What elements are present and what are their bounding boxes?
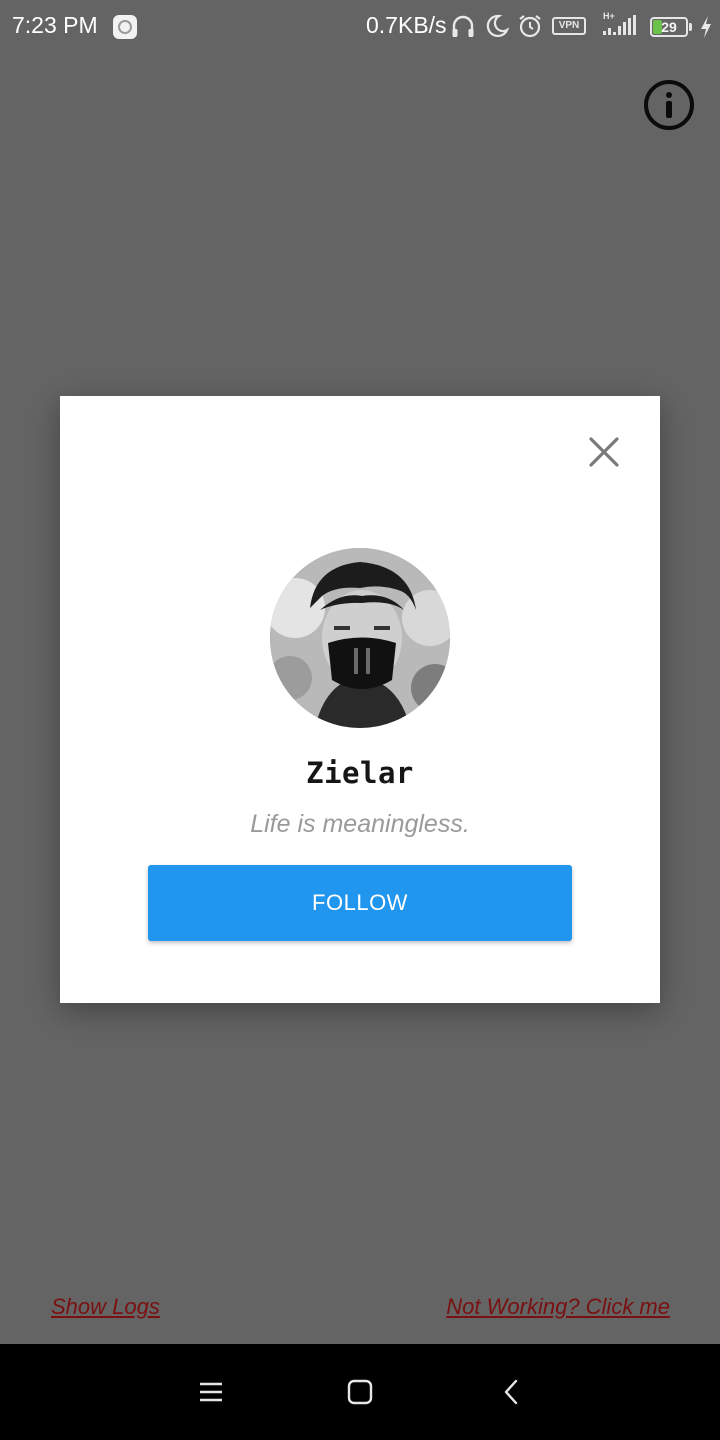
close-icon[interactable] <box>586 434 622 470</box>
profile-dialog: Zielar Life is meaningless. FOLLOW <box>60 396 660 1003</box>
not-working-link[interactable]: Not Working? Click me <box>446 1294 670 1320</box>
vpn-icon: VPN <box>552 17 586 35</box>
info-button[interactable] <box>644 80 694 130</box>
battery-icon: 29 <box>650 17 688 37</box>
app-notification-icon <box>113 15 137 39</box>
status-bar: 7:23 PM 0.7KB/s VPN H+ 29 <box>0 0 720 54</box>
charging-icon <box>701 16 711 38</box>
back-icon[interactable] <box>498 1378 526 1406</box>
network-speed: 0.7KB/s <box>366 12 447 38</box>
avatar <box>270 548 450 728</box>
home-square-icon[interactable] <box>346 1378 374 1406</box>
signal-icon: H+ <box>603 11 636 35</box>
bio-text: Life is meaningless. <box>250 810 470 838</box>
moon-icon <box>486 14 510 37</box>
follow-button[interactable]: FOLLOW <box>148 865 572 941</box>
avatar-image <box>270 548 450 728</box>
battery-level: 29 <box>661 19 677 35</box>
network-type-label: H+ <box>603 11 615 21</box>
headphones-icon <box>452 15 474 37</box>
navigation-bar <box>0 1344 720 1440</box>
status-time: 7:23 PM <box>12 12 98 38</box>
alarm-icon <box>519 15 541 38</box>
display-name: Zielar <box>306 756 414 790</box>
show-logs-link[interactable]: Show Logs <box>51 1294 160 1320</box>
battery-tip <box>689 23 692 31</box>
menu-icon[interactable] <box>197 1378 225 1406</box>
